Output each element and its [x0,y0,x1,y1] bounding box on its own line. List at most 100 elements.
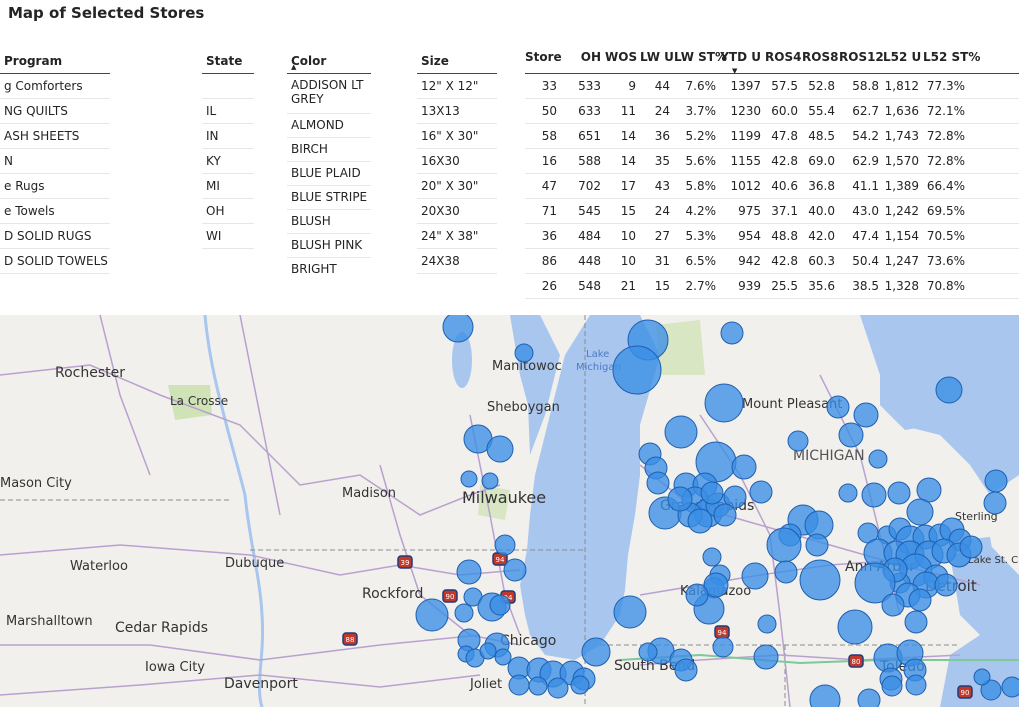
slicer-item[interactable]: e Rugs [0,174,110,199]
slicer-item[interactable]: IN [202,124,254,149]
store-bubble[interactable] [674,658,698,682]
store-bubble[interactable] [704,383,744,423]
store-bubble[interactable] [494,648,512,666]
slicer-item[interactable]: ASH SHEETS [0,124,110,149]
store-bubble[interactable] [868,449,888,469]
store-bubble[interactable] [984,469,1008,493]
store-bubble[interactable] [570,675,590,695]
store-bubble[interactable] [853,402,879,428]
table-row[interactable]: 50 633 11 24 3.7% 1230 60.0 55.4 62.7 1,636 72.1% [525,99,1019,124]
store-bubble[interactable] [638,642,658,662]
store-bubble[interactable] [481,472,499,490]
slicer-item[interactable]: 20" X 30" [417,174,497,199]
store-bubble[interactable] [887,481,911,505]
store-bubble[interactable] [489,594,511,616]
store-bubble[interactable] [528,676,548,696]
store-bubble[interactable] [904,610,928,634]
store-bubble[interactable] [702,547,722,567]
store-bubble[interactable] [741,562,769,590]
store-bubble[interactable] [766,527,802,563]
column-header[interactable]: LW ST% [674,48,727,73]
slicer-item[interactable]: 24X38 [417,249,497,274]
store-bubble[interactable] [442,315,474,343]
slicer-item[interactable]: 24" X 38" [417,224,497,249]
store-bubble[interactable] [837,609,873,645]
store-bubble[interactable] [713,503,737,527]
store-bubble[interactable] [881,675,903,697]
store-bubble[interactable] [838,483,858,503]
store-bubble[interactable] [749,480,773,504]
store-bubble[interactable] [973,668,991,686]
store-bubble[interactable] [757,614,777,634]
table-row[interactable]: 71 545 15 24 4.2% 975 37.1 40.0 43.0 1,242 69.5% [525,199,1019,224]
store-bubble[interactable] [503,558,527,582]
store-bubble[interactable] [460,470,478,488]
slicer-item[interactable]: BLUSH [287,210,371,234]
column-header[interactable]: L52 ST% [923,48,980,73]
store-bubble[interactable] [774,560,798,584]
slicer-item[interactable]: MI [202,174,254,199]
store-bubble[interactable] [935,376,963,404]
store-bubble[interactable] [613,595,647,629]
store-bubble[interactable] [508,674,530,696]
store-bubble[interactable] [881,593,905,617]
store-bubble[interactable] [456,559,482,585]
column-header[interactable]: Store [525,48,562,73]
store-bubble[interactable] [664,415,698,449]
table-row[interactable]: 86 448 10 31 6.5% 942 42.8 60.3 50.4 1,247 73.6% [525,249,1019,274]
slicer-item[interactable]: D SOLID RUGS [0,224,110,249]
store-bubble[interactable] [415,598,449,632]
table-row[interactable]: 33 533 9 44 7.6% 1397 57.5 52.8 58.8 1,812 77.3% [525,74,1019,99]
store-bubble[interactable] [486,435,514,463]
store-bubble[interactable] [700,481,724,505]
store-bubble[interactable] [959,535,983,559]
store-bubble[interactable] [612,345,662,395]
column-header[interactable]: YTD U ▼ [720,48,765,75]
slicer-item[interactable]: ADDISON LT GREY [287,74,371,114]
store-bubble[interactable] [905,674,927,696]
column-header[interactable]: OH [561,48,605,73]
store-bubble[interactable] [667,486,693,512]
slicer-item[interactable]: 16X30 [417,149,497,174]
slicer-item[interactable]: N [0,149,110,174]
slicer-item[interactable]: BLUE PLAID [287,162,371,186]
store-bubble[interactable] [799,559,841,601]
table-row[interactable]: 16 588 14 35 5.6% 1155 42.8 69.0 62.9 1,570 72.8% [525,149,1019,174]
store-bubble[interactable] [1001,676,1019,698]
column-header[interactable]: ROS8 [802,48,839,73]
column-header[interactable]: LW U [640,48,674,73]
store-bubble[interactable] [838,422,864,448]
slicer-item[interactable]: D SOLID TOWELS [0,249,110,274]
store-bubble[interactable] [826,395,850,419]
slicer-item[interactable]: 16" X 30" [417,124,497,149]
state-slicer[interactable]: State IL IN KY MI OH WI [202,48,254,249]
column-header[interactable]: L52 U [883,48,923,73]
table-row[interactable]: 36 484 10 27 5.3% 954 48.8 42.0 47.4 1,154 70.5% [525,224,1019,249]
program-slicer[interactable]: Program g Comforters NG QUILTS ASH SHEET… [0,48,110,274]
store-bubble[interactable] [908,588,932,612]
color-slicer[interactable]: Color ▲ ADDISON LT GREY ALMOND BIRCH BLUE… [287,48,371,276]
store-bubble[interactable] [454,603,474,623]
column-header[interactable]: WOS [605,48,640,73]
slicer-item[interactable]: 13X13 [417,99,497,124]
slicer-item[interactable] [202,74,254,99]
slicer-item[interactable]: g Comforters [0,74,110,99]
store-bubble[interactable] [753,644,779,670]
column-header[interactable]: ROS12 [839,48,884,73]
slicer-item[interactable]: WI [202,224,254,249]
slicer-item[interactable]: IL [202,99,254,124]
store-map[interactable]: Rochester La Crosse Manitowoc Sheboygan Moun… [0,315,1019,707]
store-bubble[interactable] [547,677,569,699]
slicer-item[interactable]: ALMOND [287,114,371,138]
slicer-item[interactable]: BRIGHT [287,258,371,276]
store-bubble[interactable] [906,498,934,526]
table-row[interactable]: 58 651 14 36 5.2% 1199 47.8 48.5 54.2 1,743 72.8% [525,124,1019,149]
store-bubble[interactable] [805,533,829,557]
store-bubble[interactable] [857,688,881,707]
column-header[interactable]: ROS4 [765,48,802,73]
slicer-item[interactable]: BIRCH [287,138,371,162]
store-bubble[interactable] [646,471,670,495]
slicer-item[interactable]: KY [202,149,254,174]
slicer-item[interactable]: OH [202,199,254,224]
store-bubble[interactable] [916,477,942,503]
